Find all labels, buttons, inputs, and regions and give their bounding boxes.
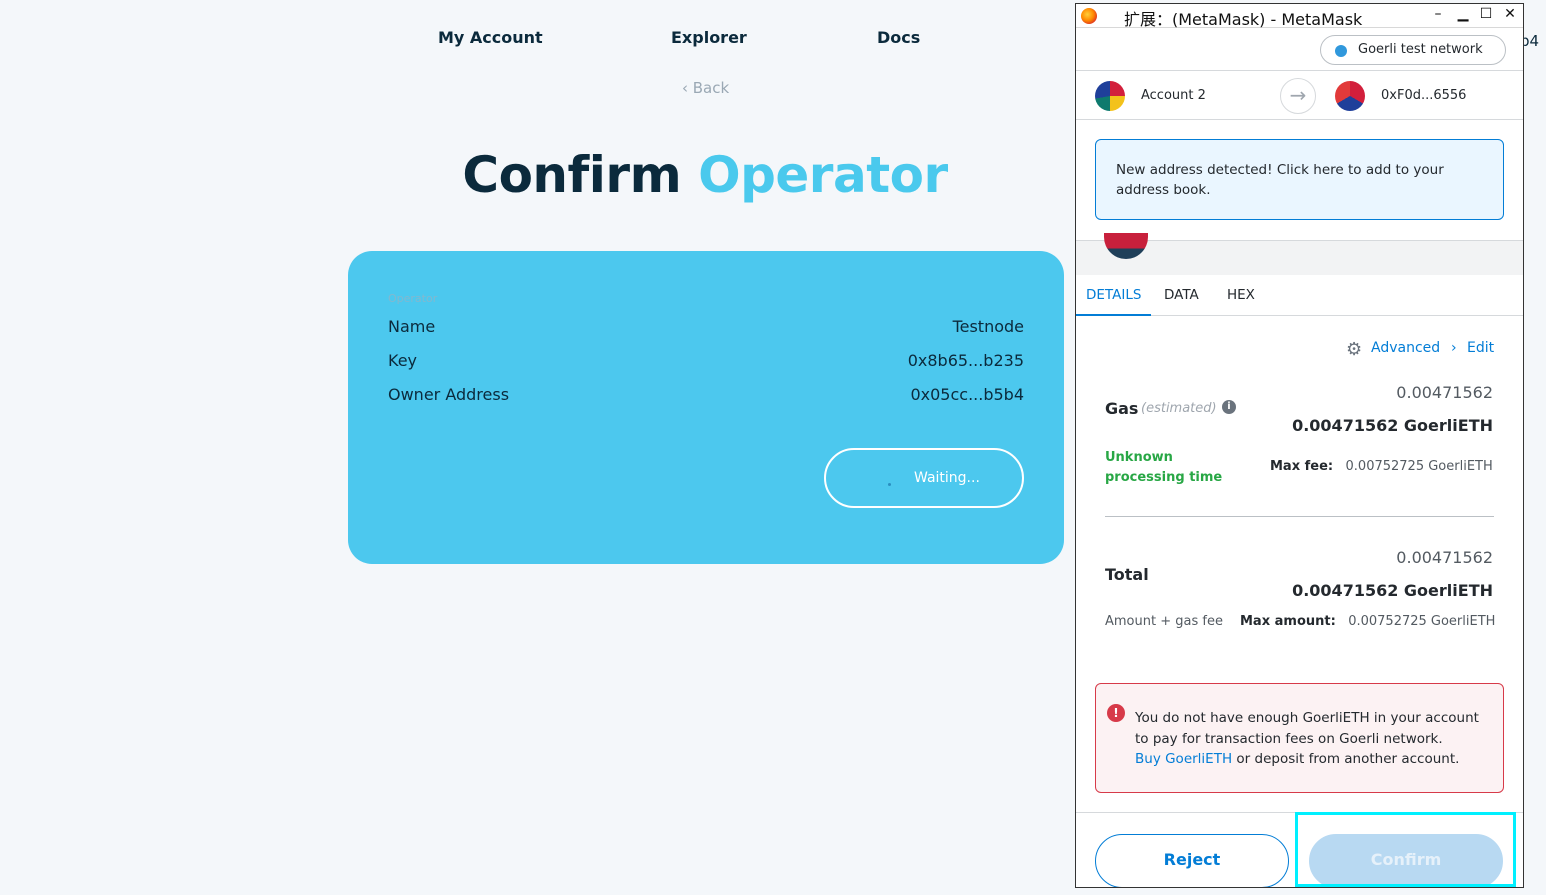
confirm-highlight xyxy=(1295,812,1516,887)
max-amount-label: Max amount: xyxy=(1240,614,1336,629)
info-icon[interactable]: i xyxy=(1222,400,1236,414)
row-value: Testnode xyxy=(952,317,1024,336)
network-selector[interactable]: Goerli test network xyxy=(1320,35,1506,65)
max-amount-value: 0.00752725 GoerliETH xyxy=(1348,614,1496,629)
window-titlebar: 扩展：(MetaMask) - MetaMask – ▁ ☐ ✕ xyxy=(1076,4,1523,29)
top-nav: My Account Explorer Docs xyxy=(0,28,1080,52)
title-word-operator: Operator xyxy=(698,146,948,204)
restore-icon[interactable]: ▁ xyxy=(1455,6,1471,22)
to-avatar xyxy=(1335,81,1365,111)
gas-value-eth: 0.00471562 GoerliETH xyxy=(1292,416,1493,435)
insufficient-funds-error: ! You do not have enough GoerliETH in yo… xyxy=(1095,683,1504,793)
section-divider xyxy=(1105,516,1494,517)
processing-time: Unknown processing time xyxy=(1105,450,1223,485)
nav-my-account[interactable]: My Account xyxy=(438,28,543,47)
metamask-popup: 扩展：(MetaMask) - MetaMask – ▁ ☐ ✕ Goerli … xyxy=(1075,3,1524,888)
network-bar: Goerli test network xyxy=(1076,28,1523,70)
row-value: 0x8b65...b235 xyxy=(907,351,1024,370)
window-title: 扩展：(MetaMask) - MetaMask xyxy=(1124,10,1363,29)
arrow-right-icon: → xyxy=(1280,78,1316,114)
maximize-icon[interactable]: ☐ xyxy=(1478,6,1494,22)
tab-details[interactable]: DETAILS xyxy=(1086,287,1141,303)
close-icon[interactable]: ✕ xyxy=(1502,6,1518,22)
total-sub: Amount + gas fee xyxy=(1105,614,1223,629)
gear-icon: ⚙ xyxy=(1346,339,1363,360)
max-fee-value: 0.00752725 GoerliETH xyxy=(1345,459,1493,474)
new-address-alert[interactable]: New address detected! Click here to add … xyxy=(1095,139,1504,220)
chevron-right-icon: › xyxy=(1451,340,1457,356)
max-fee-label: Max fee: xyxy=(1270,459,1334,474)
to-account-address[interactable]: 0xF0d...6556 xyxy=(1381,88,1466,103)
network-dot-icon xyxy=(1335,45,1347,57)
firefox-icon xyxy=(1081,8,1097,24)
row-key: Key xyxy=(388,351,418,370)
total-value-fiat: 0.00471562 xyxy=(1396,548,1493,567)
back-link[interactable]: ‹ Back xyxy=(682,79,729,97)
gas-value-fiat: 0.00471562 xyxy=(1396,383,1493,402)
waiting-label: Waiting... xyxy=(914,470,980,486)
tx-tabs: DETAILS DATA HEX xyxy=(1076,275,1523,316)
nav-explorer[interactable]: Explorer xyxy=(671,28,747,47)
row-key: Name xyxy=(388,317,436,336)
error-line: You do not have enough GoerliETH in your… xyxy=(1135,710,1479,747)
operator-section-label: Operator xyxy=(388,292,438,305)
max-amount: Max amount: 0.00752725 GoerliETH xyxy=(1240,614,1495,629)
row-key: Owner Address xyxy=(388,385,510,404)
row-value: 0x05cc...b5b4 xyxy=(910,385,1024,404)
gas-label: Gas xyxy=(1105,399,1139,418)
buy-eth-link[interactable]: Buy GoerliETH xyxy=(1135,751,1232,767)
tab-hex[interactable]: HEX xyxy=(1227,287,1255,303)
error-text: You do not have enough GoerliETH in your… xyxy=(1135,708,1495,770)
error-tail: or deposit from another account. xyxy=(1232,751,1460,767)
account-flow: Account 2 → 0xF0d...6556 xyxy=(1076,70,1523,120)
spinner-icon xyxy=(888,483,891,486)
operator-row-key: Key 0x8b65...b235 xyxy=(388,351,1024,373)
from-account-name[interactable]: Account 2 xyxy=(1141,88,1206,103)
minimize-icon[interactable]: – xyxy=(1430,6,1446,22)
waiting-button[interactable]: Waiting... xyxy=(824,448,1024,508)
contract-band xyxy=(1076,233,1523,275)
total-value-eth: 0.00471562 GoerliETH xyxy=(1292,581,1493,600)
operator-row-owner: Owner Address 0x05cc...b5b4 xyxy=(388,385,1024,407)
tab-data[interactable]: DATA xyxy=(1164,287,1199,303)
network-label: Goerli test network xyxy=(1358,42,1483,57)
tab-underline xyxy=(1076,314,1151,316)
operator-card: Operator Name Testnode Key 0x8b65...b235… xyxy=(348,251,1064,564)
operator-row-name: Name Testnode xyxy=(388,317,1024,339)
title-word-confirm: Confirm xyxy=(462,146,682,204)
max-fee: Max fee: 0.00752725 GoerliETH xyxy=(1270,459,1493,474)
advanced-link[interactable]: Advanced xyxy=(1371,340,1440,356)
nav-docs[interactable]: Docs xyxy=(877,28,920,47)
error-icon: ! xyxy=(1107,704,1125,722)
gas-estimated: (estimated) xyxy=(1141,401,1217,416)
edit-link[interactable]: Edit xyxy=(1467,340,1494,356)
total-label: Total xyxy=(1105,565,1149,584)
reject-button[interactable]: Reject xyxy=(1095,834,1289,887)
contract-avatar xyxy=(1104,233,1148,259)
from-avatar xyxy=(1095,81,1125,111)
